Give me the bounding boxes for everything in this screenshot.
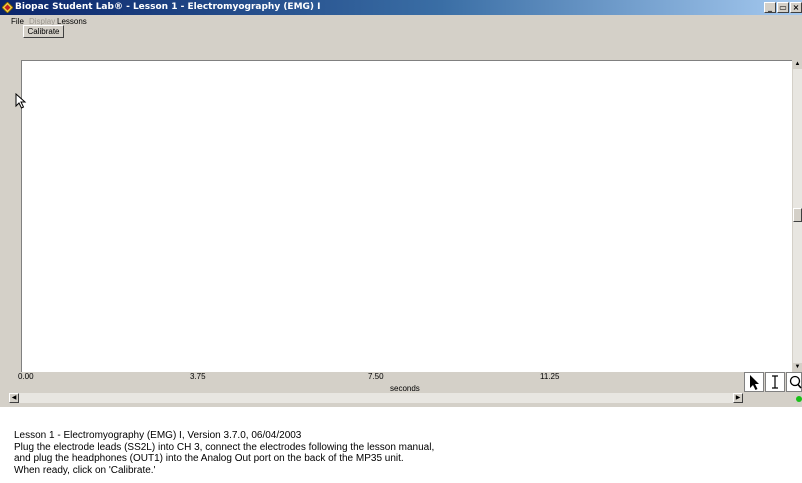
menu-bar <box>0 15 802 37</box>
scroll-up-arrow-icon[interactable]: ▲ <box>793 60 802 69</box>
ibeam-tool-button[interactable] <box>765 372 785 392</box>
arrow-tool-button[interactable] <box>744 372 764 392</box>
vertical-scroll-thumb[interactable] <box>793 208 802 222</box>
waveform-plot-area[interactable] <box>21 60 792 372</box>
arrow-cursor-icon <box>750 375 759 390</box>
scroll-down-arrow-icon[interactable]: ▼ <box>793 363 802 372</box>
minimize-button[interactable]: _ <box>764 2 776 13</box>
mouse-cursor-icon <box>15 93 27 109</box>
x-tick-label: 0.00 <box>18 372 34 381</box>
journal-line: Plug the electrode leads (SS2L) into CH … <box>14 441 435 453</box>
journal-line: Lesson 1 - Electromyography (EMG) I, Ver… <box>14 430 302 441</box>
journal-line: and plug the headphones (OUT1) into the … <box>14 453 404 464</box>
ibeam-cursor-icon <box>772 375 778 389</box>
zoom-magnifier-icon <box>789 375 802 389</box>
app-icon <box>2 2 13 13</box>
scroll-left-arrow-icon[interactable]: ◀ <box>9 393 19 403</box>
calibrate-button[interactable]: Calibrate <box>23 25 64 38</box>
x-tick-label: 7.50 <box>368 372 384 381</box>
menu-file[interactable]: File <box>11 17 24 27</box>
x-tick-label: 11.25 <box>540 372 560 381</box>
maximize-button[interactable]: ▭ <box>777 2 789 13</box>
zoom-tool-button[interactable] <box>786 372 802 392</box>
horizontal-scrollbar[interactable] <box>9 393 743 403</box>
x-tick-label: 3.75 <box>190 372 206 381</box>
status-indicator-icon <box>796 396 802 402</box>
close-button[interactable]: × <box>790 2 802 13</box>
window-title: Biopac Student Lab® - Lesson 1 - Electro… <box>15 2 321 12</box>
journal-line: When ready, click on 'Calibrate.' <box>14 464 156 476</box>
journal-text[interactable]: Lesson 1 - Electromyography (EMG) I, Ver… <box>14 430 794 476</box>
scroll-right-arrow-icon[interactable]: ▶ <box>733 393 743 403</box>
